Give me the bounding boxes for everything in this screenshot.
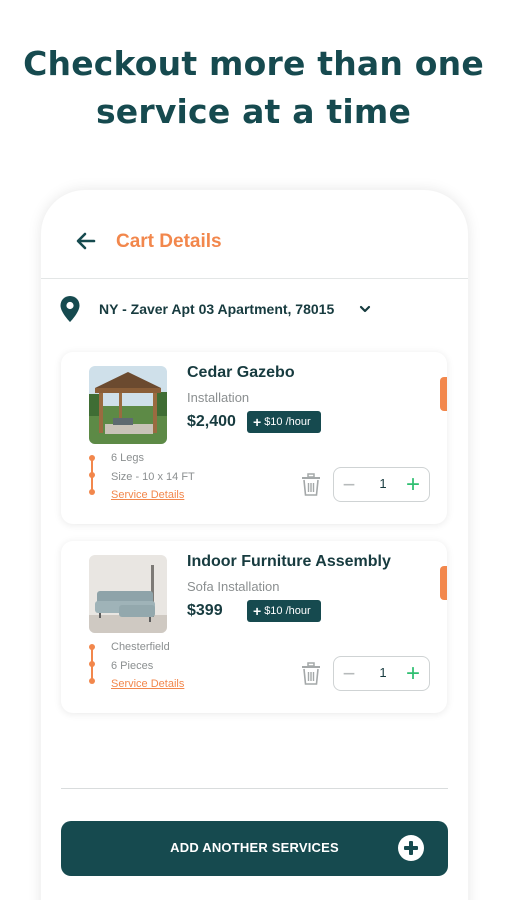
service-details-link[interactable]: Service Details [111, 489, 184, 501]
headline: Checkout more than one service at a time [0, 40, 507, 136]
service-details-link[interactable]: Service Details [111, 678, 184, 690]
cart-item-card: Indoor Furniture Assembly Sofa Installat… [61, 541, 447, 713]
location-selector[interactable]: NY - Zaver Apt 03 Apartment, 78015 [59, 293, 449, 325]
decrease-quantity-button[interactable]: − [338, 471, 360, 499]
item-detail: 6 Legs [111, 452, 145, 464]
page-title: Cart Details [116, 231, 222, 252]
quantity-stepper: − 1 + [333, 656, 430, 691]
map-pin-icon [60, 296, 80, 322]
details-timeline [89, 455, 95, 495]
item-name: Cedar Gazebo [187, 364, 295, 381]
item-subtitle: Sofa Installation [187, 579, 280, 594]
hourly-rate-badge: + $10 /hour [247, 411, 321, 433]
card-accent-tab [440, 377, 447, 411]
add-another-services-button[interactable]: ADD ANOTHER SERVICES [61, 821, 448, 876]
chevron-down-icon[interactable] [358, 302, 372, 316]
plus-icon: + [253, 603, 262, 619]
item-detail: Chesterfield [111, 641, 170, 653]
gazebo-image [89, 366, 167, 444]
plus-circle-icon [398, 835, 424, 861]
increase-quantity-button[interactable]: + [402, 660, 424, 688]
sofa-image [89, 555, 167, 633]
quantity-value: 1 [379, 665, 387, 680]
hourly-rate: $10 /hour [264, 416, 311, 428]
back-arrow-icon[interactable] [75, 230, 97, 252]
decrease-quantity-button[interactable]: − [338, 660, 360, 688]
item-detail: Size - 10 x 14 FT [111, 471, 195, 483]
increase-quantity-button[interactable]: + [402, 471, 424, 499]
hourly-rate-badge: + $10 /hour [247, 600, 321, 622]
headline-line-2: service at a time [95, 92, 412, 131]
add-button-label: ADD ANOTHER SERVICES [170, 840, 339, 855]
location-address: NY - Zaver Apt 03 Apartment, 78015 [99, 301, 335, 317]
top-bar: Cart Details [41, 190, 468, 279]
quantity-stepper: − 1 + [333, 467, 430, 502]
item-detail: 6 Pieces [111, 660, 154, 672]
quantity-value: 1 [379, 476, 387, 491]
phone-screen: Cart Details NY - Zaver Apt 03 Apartment… [41, 190, 468, 900]
card-accent-tab [440, 566, 447, 600]
item-price: $399 [187, 602, 223, 619]
divider [61, 788, 448, 789]
trash-icon[interactable] [301, 662, 321, 686]
item-subtitle: Installation [187, 390, 250, 405]
item-price: $2,400 [187, 413, 236, 430]
item-name: Indoor Furniture Assembly [187, 553, 391, 570]
trash-icon[interactable] [301, 473, 321, 497]
details-timeline [89, 644, 95, 684]
headline-line-1: Checkout more than one [23, 44, 484, 83]
cart-item-card: Cedar Gazebo Installation $2,400 + $10 /… [61, 352, 447, 524]
plus-icon: + [253, 414, 262, 430]
hourly-rate: $10 /hour [264, 605, 311, 617]
